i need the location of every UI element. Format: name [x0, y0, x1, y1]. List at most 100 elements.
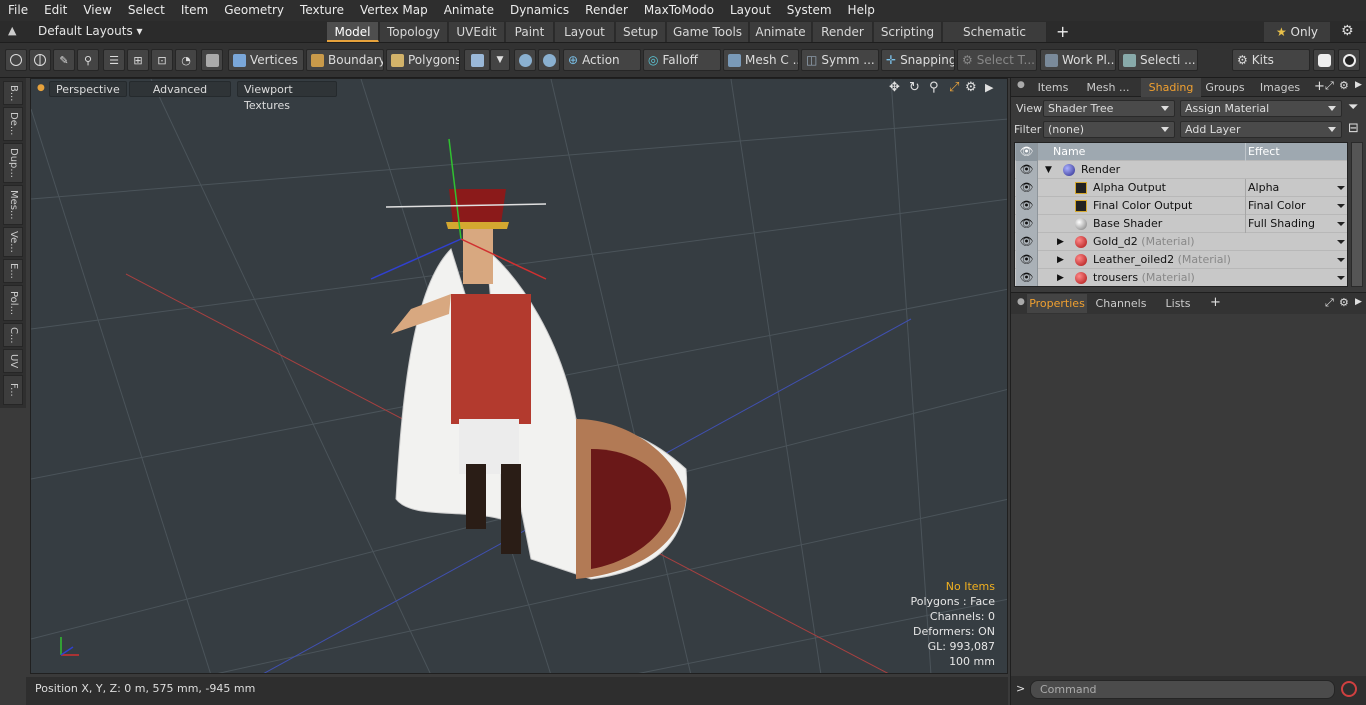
add-layer-dropdown[interactable]: Add Layer	[1180, 121, 1342, 138]
menu-geometry[interactable]: Geometry	[216, 0, 292, 21]
column-effect-header[interactable]: Effect	[1245, 143, 1347, 161]
tab-items[interactable]: Items	[1031, 78, 1075, 97]
tree-row[interactable]: 👁 ▶ Leather_oiled2 (Material)	[1015, 251, 1347, 269]
action-button[interactable]: ⊕ Action	[563, 49, 641, 71]
falloff-button[interactable]: ◎ Falloff	[643, 49, 721, 71]
panel-gear-icon[interactable]: ⚙	[1339, 79, 1349, 92]
maximize-view-icon[interactable]: ⤢	[949, 80, 959, 95]
tree-scrollbar[interactable]	[1351, 142, 1363, 287]
record-macro-icon[interactable]	[1341, 681, 1357, 697]
view-dropdown[interactable]: Shader Tree	[1043, 100, 1175, 117]
strip-tab-basic[interactable]: B...	[3, 81, 23, 105]
stack-icon[interactable]: ☰	[103, 49, 125, 71]
add-props-tab-icon[interactable]: +	[1210, 295, 1221, 310]
expand-right-icon[interactable]: ▶	[1057, 251, 1064, 269]
tab-paint[interactable]: Paint	[506, 22, 554, 42]
tree-row[interactable]: 👁 ▶ trousers (Material)	[1015, 269, 1347, 286]
tab-model[interactable]: Model	[327, 22, 379, 42]
symmetry-button[interactable]: ◫ Symm ...	[801, 49, 879, 71]
snap-right-icon[interactable]	[538, 49, 560, 71]
zoom-view-icon[interactable]: ⚲	[929, 80, 939, 95]
expand-props-icon[interactable]: ⤢	[1325, 296, 1334, 310]
rotate-view-icon[interactable]: ↻	[909, 80, 920, 95]
menu-texture[interactable]: Texture	[292, 0, 352, 21]
tab-images[interactable]: Images	[1251, 78, 1309, 97]
tab-layout[interactable]: Layout	[555, 22, 615, 42]
globe-icon[interactable]	[29, 49, 51, 71]
strip-tab-polygon[interactable]: Pol...	[3, 285, 23, 321]
tab-game-tools[interactable]: Game Tools	[667, 22, 749, 42]
chevron-down-icon[interactable]: ▼	[490, 49, 510, 71]
column-name-header[interactable]: Name	[1053, 143, 1085, 161]
menu-select[interactable]: Select	[120, 0, 173, 21]
tab-uvedit[interactable]: UVEdit	[449, 22, 505, 42]
gear-icon[interactable]: ⚙	[1341, 23, 1354, 39]
viewport-gear-icon[interactable]: ⚙	[965, 80, 977, 95]
menu-file[interactable]: File	[0, 0, 36, 21]
pen-icon[interactable]: ✎	[53, 49, 75, 71]
menu-render[interactable]: Render	[577, 0, 636, 21]
menu-maxtomodo[interactable]: MaxToModo	[636, 0, 722, 21]
menu-help[interactable]: Help	[840, 0, 883, 21]
add-tab-icon[interactable]: +	[1056, 22, 1069, 41]
eye-icon[interactable]: 👁	[1016, 179, 1038, 197]
tree-row-effect[interactable]: Final Color	[1245, 197, 1347, 215]
unity-icon[interactable]	[1313, 49, 1335, 71]
tree-row[interactable]: 👁 Alpha Output Alpha	[1015, 179, 1347, 197]
tree-row[interactable]: 👁 ▶ Gold_d2 (Material)	[1015, 233, 1347, 251]
layout-selector[interactable]: Default Layouts ▾	[38, 24, 143, 38]
tree-row-effect[interactable]: Full Shading	[1245, 215, 1347, 233]
props-gear-icon[interactable]: ⚙	[1339, 296, 1349, 309]
eye-icon[interactable]: 👁	[1016, 161, 1038, 179]
viewport-arrow-icon[interactable]: ▶	[985, 81, 993, 94]
menu-edit[interactable]: Edit	[36, 0, 75, 21]
menu-vertex-map[interactable]: Vertex Map	[352, 0, 436, 21]
strip-tab-duplicate[interactable]: Dup...	[3, 143, 23, 183]
tab-shading[interactable]: Shading	[1141, 78, 1201, 97]
eye-icon[interactable]: 👁	[1016, 197, 1038, 215]
tab-scripting[interactable]: Scripting	[874, 22, 942, 42]
expand-down-icon[interactable]: ▼	[1045, 161, 1052, 179]
menu-layout[interactable]: Layout	[722, 0, 779, 21]
work-plane-button[interactable]: Work Pl...	[1040, 49, 1116, 71]
cube-icon[interactable]	[201, 49, 223, 71]
brush-icon[interactable]: ⚲	[77, 49, 99, 71]
advanced-dropdown[interactable]: Advanced	[129, 81, 231, 97]
tree-row[interactable]: 👁 Base Shader Full Shading	[1015, 215, 1347, 233]
tree-row[interactable]: 👁 Final Color Output Final Color	[1015, 197, 1347, 215]
filter-funnel-icon[interactable]: ⏷	[1348, 100, 1358, 115]
add-panel-tab-icon[interactable]: +	[1314, 79, 1325, 94]
menu-system[interactable]: System	[779, 0, 840, 21]
snap-left-icon[interactable]	[514, 49, 536, 71]
grid-icon[interactable]: ⊞	[127, 49, 149, 71]
expand-right-icon[interactable]: ▶	[1057, 269, 1064, 286]
eye-icon[interactable]: 👁	[1016, 215, 1038, 233]
assign-material-dropdown[interactable]: Assign Material	[1180, 100, 1342, 117]
polygons-button[interactable]: Polygons	[386, 49, 460, 71]
menu-dynamics[interactable]: Dynamics	[502, 0, 577, 21]
tab-mesh[interactable]: Mesh ...	[1077, 78, 1139, 97]
menu-animate[interactable]: Animate	[436, 0, 502, 21]
tab-animate[interactable]: Animate	[750, 22, 812, 42]
tab-properties[interactable]: Properties	[1027, 294, 1087, 313]
expand-panel-icon[interactable]: ⤢	[1325, 79, 1334, 93]
boundary-button[interactable]: Boundary	[306, 49, 384, 71]
strip-tab-fusion[interactable]: F...	[3, 375, 23, 405]
tree-row[interactable]: 👁 ▼ Render	[1015, 161, 1347, 179]
command-input[interactable]: Command	[1030, 680, 1335, 699]
expand-right-icon[interactable]: ▶	[1057, 233, 1064, 251]
mesh-constraint-button[interactable]: Mesh C ...	[723, 49, 799, 71]
vertices-button[interactable]: Vertices	[228, 49, 304, 71]
kits-button[interactable]: ⚙ Kits	[1232, 49, 1310, 71]
menu-view[interactable]: View	[75, 0, 119, 21]
perspective-dropdown[interactable]: Perspective	[49, 81, 127, 97]
select-through-button[interactable]: ⚙ Select T...	[957, 49, 1037, 71]
pie-icon[interactable]: ◔	[175, 49, 197, 71]
3d-viewport[interactable]: ● Perspective Advanced Viewport Textures…	[30, 78, 1008, 674]
move-view-icon[interactable]: ✥	[889, 80, 900, 95]
material-mode-icon[interactable]	[464, 49, 490, 71]
strip-tab-uv[interactable]: UV	[3, 349, 23, 373]
only-toggle[interactable]: ★ Only	[1264, 22, 1330, 42]
strip-tab-mesh[interactable]: Mes...	[3, 185, 23, 225]
strip-tab-deform[interactable]: De...	[3, 107, 23, 141]
